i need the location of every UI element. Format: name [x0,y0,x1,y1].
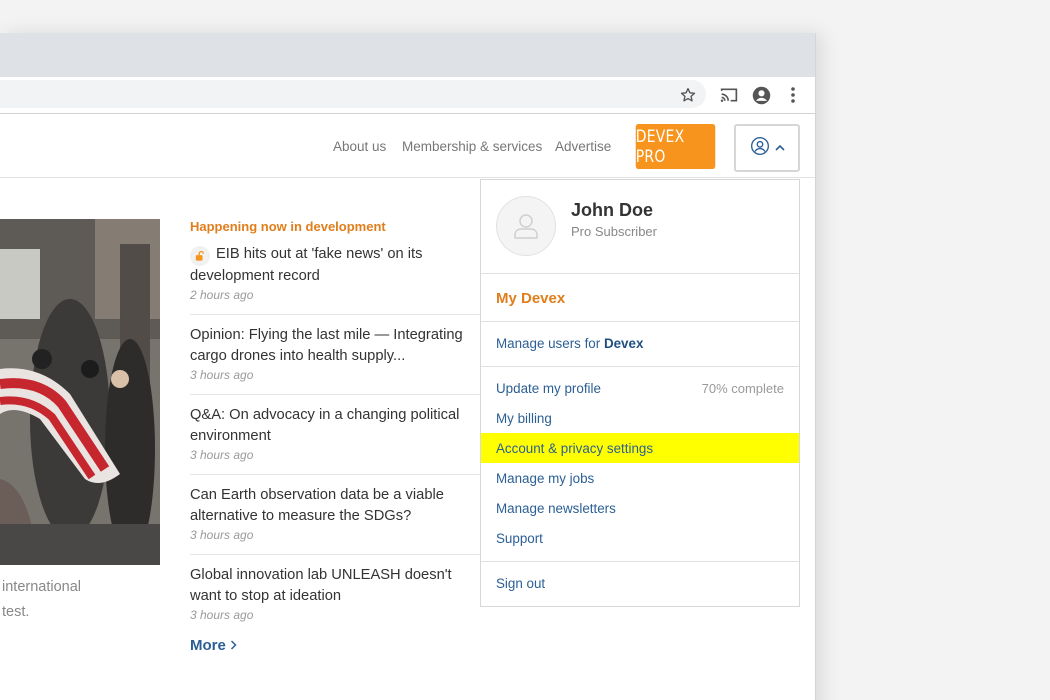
subscription-label: Pro Subscriber [571,224,657,239]
profile-progress: 70% complete [701,381,784,396]
manage-users-label: Manage users for [496,336,604,351]
nav-membership-services[interactable]: Membership & services [402,139,542,154]
manage-newsletters-link[interactable]: Manage newsletters [496,501,616,516]
news-item[interactable]: Global innovation lab UNLEASH doesn't wa… [190,565,480,622]
news-time: 3 hours ago [190,608,254,622]
devex-pro-button[interactable]: DEVEX PRO [635,124,716,169]
news-title[interactable]: Opinion: Flying the last mile — Integrat… [190,325,480,367]
account-circle-icon[interactable] [748,82,774,108]
manage-jobs-link[interactable]: Manage my jobs [496,471,594,486]
sign-out-link[interactable]: Sign out [496,576,545,591]
account-privacy-settings-link[interactable]: Account & privacy settings [496,441,653,456]
manage-users-link[interactable]: Manage users for Devex [496,336,643,351]
unlock-icon [190,246,210,266]
hero-excerpt-line: international [2,579,81,595]
browser-toolbar [0,77,815,113]
support-link[interactable]: Support [496,531,543,546]
user-name: John Doe [571,200,654,220]
avatar [496,196,556,256]
cast-icon[interactable] [716,82,742,108]
news-title[interactable]: Can Earth observation data be a viable a… [190,485,480,527]
news-time: 2 hours ago [190,288,254,302]
news-item[interactable]: EIB hits out at 'fake news' on its devel… [190,244,480,302]
chevron-right-icon [230,637,237,654]
star-icon[interactable] [675,82,701,108]
my-devex-link[interactable]: My Devex [496,290,565,307]
user-menu-button[interactable] [734,124,800,172]
hero-image[interactable] [0,219,160,565]
divider [481,561,799,562]
divider [481,321,799,322]
divider [481,366,799,367]
news-title[interactable]: Global innovation lab UNLEASH doesn't wa… [190,565,480,607]
news-item[interactable]: Opinion: Flying the last mile — Integrat… [190,325,480,382]
news-title[interactable]: EIB hits out at 'fake news' on its devel… [190,246,422,284]
my-billing-link[interactable]: My billing [496,411,552,426]
divider [190,474,480,475]
nav-advertise[interactable]: Advertise [555,139,611,154]
user-dropdown-menu: John Doe Pro Subscriber My Devex Manage … [480,179,800,607]
tab-strip [0,33,815,77]
happening-heading: Happening now in development [190,219,386,234]
organization-name: Devex [603,336,644,351]
browser-window: About us Membership & services Advertise… [0,33,816,700]
hero-excerpt-line: test. [2,604,30,620]
more-link[interactable]: More [190,637,237,654]
more-label: More [190,637,226,654]
update-profile-link[interactable]: Update my profile [496,381,601,396]
user-placeholder-icon [514,214,538,239]
address-bar[interactable] [0,80,706,108]
nav-about-us[interactable]: About us [333,139,386,154]
more-vert-icon[interactable] [780,82,806,108]
news-item[interactable]: Q&A: On advocacy in a changing political… [190,405,480,462]
chevron-up-icon [774,139,785,157]
news-title[interactable]: Q&A: On advocacy in a changing political… [190,405,480,447]
site-header: About us Membership & services Advertise… [0,114,815,178]
divider [190,314,480,315]
news-time: 3 hours ago [190,368,254,382]
divider [190,394,480,395]
divider [190,554,480,555]
divider [481,273,799,274]
news-item[interactable]: Can Earth observation data be a viable a… [190,485,480,542]
news-time: 3 hours ago [190,528,254,542]
news-time: 3 hours ago [190,448,254,462]
user-circle-icon [750,136,770,161]
